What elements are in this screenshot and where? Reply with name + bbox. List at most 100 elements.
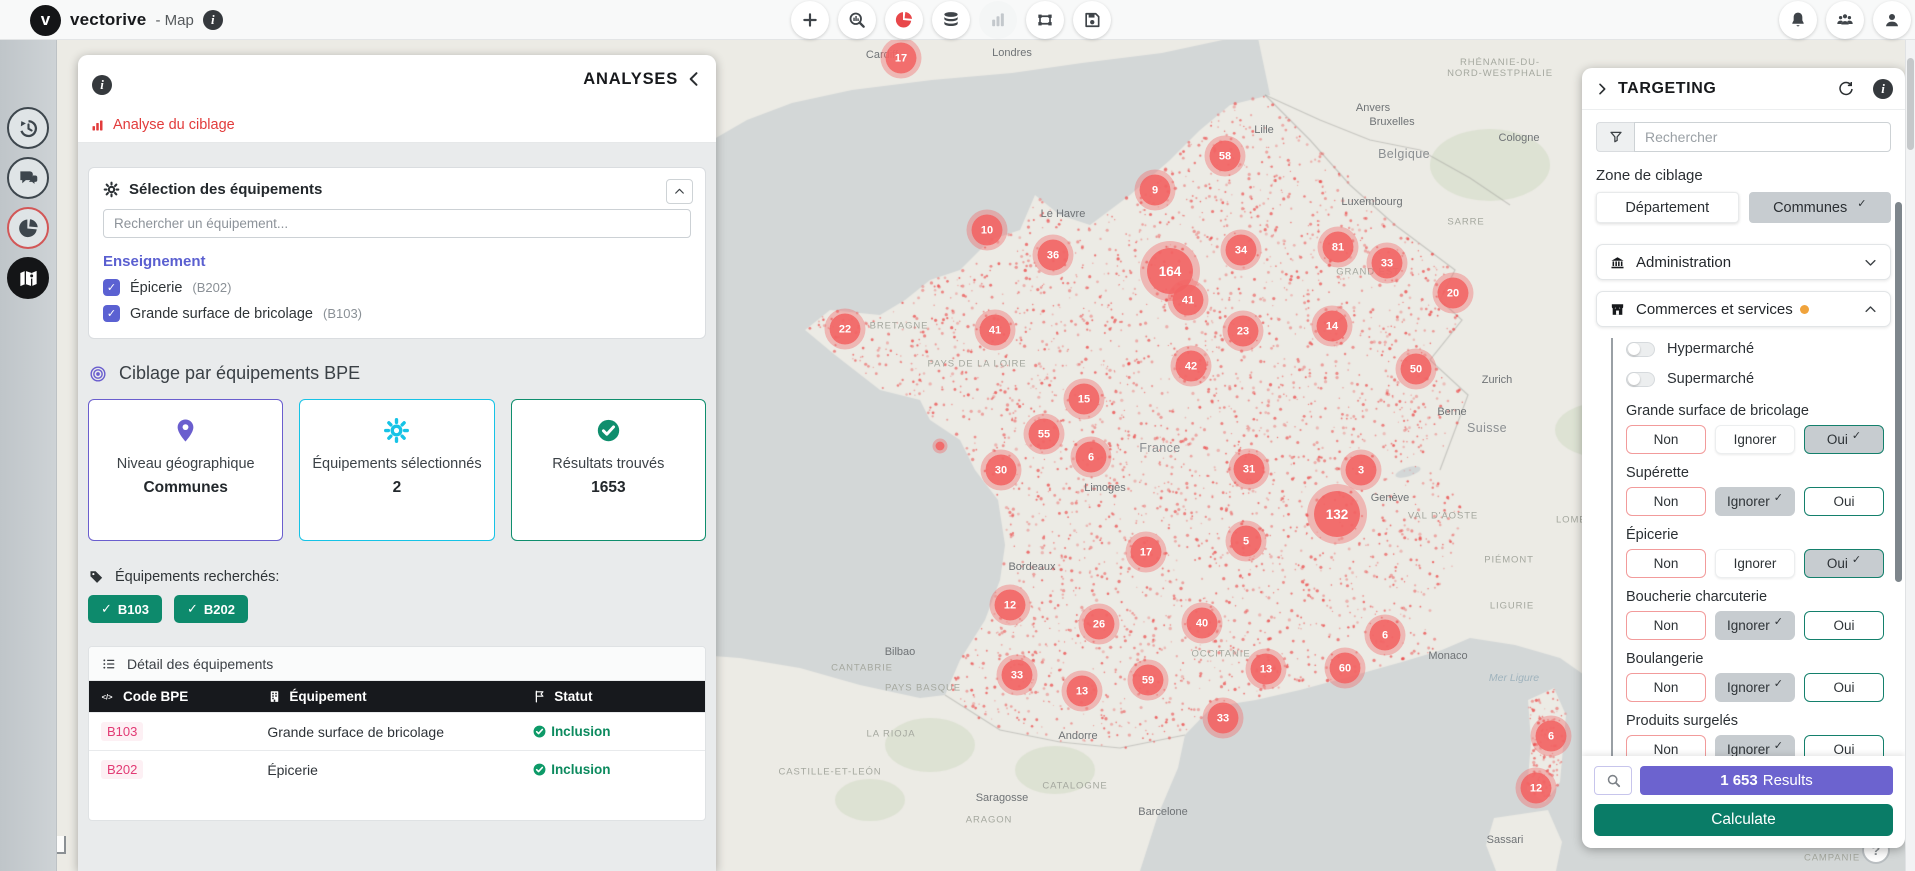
switch-off-icon[interactable]: [1626, 372, 1655, 387]
targeting-search-input[interactable]: [1634, 122, 1891, 152]
option-oui[interactable]: Oui✓: [1804, 425, 1884, 454]
cluster-marker[interactable]: 34: [1226, 235, 1257, 266]
cluster-marker[interactable]: 60: [1330, 653, 1361, 684]
cluster-marker[interactable]: 40: [1187, 608, 1218, 639]
add-button[interactable]: [791, 1, 829, 39]
switch-off-icon[interactable]: [1626, 342, 1655, 357]
accordion-bank[interactable]: Administration: [1596, 244, 1891, 280]
option-oui[interactable]: Oui: [1804, 611, 1884, 640]
cluster-marker[interactable]: 5: [1231, 526, 1262, 557]
equipment-badge[interactable]: ✓B202: [174, 595, 248, 623]
collapse-panel-icon[interactable]: [684, 69, 704, 89]
cluster-marker[interactable]: 30: [986, 455, 1017, 486]
option-non[interactable]: Non: [1626, 611, 1706, 640]
option-non[interactable]: Non: [1626, 487, 1706, 516]
targeting-panel: TARGETING i Zone de ciblage DépartementC…: [1582, 68, 1905, 848]
cluster-marker[interactable]: 31: [1234, 454, 1265, 485]
cluster-marker[interactable]: 14: [1317, 311, 1348, 342]
option-oui[interactable]: Oui: [1804, 487, 1884, 516]
zone-option-département[interactable]: Département: [1596, 192, 1739, 223]
cluster-marker[interactable]: 33: [1372, 248, 1403, 279]
cluster-marker[interactable]: [936, 442, 945, 451]
cluster-marker[interactable]: 9: [1140, 175, 1171, 206]
pie-chart-button[interactable]: [885, 1, 923, 39]
option-ignorer[interactable]: Ignorer✓: [1715, 611, 1795, 640]
cluster-marker[interactable]: 41: [980, 315, 1011, 346]
zoom-results-button[interactable]: [1594, 766, 1632, 795]
vectorive-logo[interactable]: v: [30, 5, 61, 36]
filter-button[interactable]: [1596, 122, 1634, 152]
calculate-button[interactable]: Calculate: [1594, 804, 1893, 836]
cluster-marker[interactable]: 50: [1401, 354, 1432, 385]
cluster-marker[interactable]: 6: [1076, 442, 1107, 473]
cluster-marker[interactable]: 23: [1228, 316, 1259, 347]
cluster-marker[interactable]: 42: [1176, 351, 1207, 382]
targeting-info-icon[interactable]: i: [1873, 79, 1893, 99]
cluster-marker[interactable]: 55: [1029, 419, 1060, 450]
cluster-marker[interactable]: 59: [1133, 665, 1164, 696]
accordion-store[interactable]: Commerces et services: [1596, 291, 1891, 327]
analyses-info-icon[interactable]: i: [92, 75, 112, 95]
cluster-marker[interactable]: 58: [1210, 141, 1241, 172]
draw-area-button[interactable]: [1026, 1, 1064, 39]
cluster-marker[interactable]: 36: [1038, 240, 1069, 271]
save-button[interactable]: [1073, 1, 1111, 39]
page-scrollbar[interactable]: [1905, 40, 1915, 871]
cluster-marker[interactable]: 41: [1173, 285, 1204, 316]
checkbox-checked-icon[interactable]: ✓: [103, 305, 120, 322]
cluster-marker[interactable]: 132: [1314, 491, 1360, 537]
option-oui[interactable]: Oui✓: [1804, 549, 1884, 578]
cluster-marker[interactable]: 15: [1069, 384, 1100, 415]
cluster-marker[interactable]: 33: [1208, 703, 1239, 734]
cluster-marker[interactable]: 26: [1084, 609, 1115, 640]
option-non[interactable]: Non: [1626, 673, 1706, 702]
equipment-badge[interactable]: ✓B103: [88, 595, 162, 623]
database-button[interactable]: [932, 1, 970, 39]
option-oui[interactable]: Oui: [1804, 673, 1884, 702]
map-icon: [17, 267, 40, 290]
checkbox-checked-icon[interactable]: ✓: [103, 279, 120, 296]
chevron-right-icon[interactable]: [1594, 81, 1610, 97]
equipment-option[interactable]: ✓Épicerie(B202): [103, 279, 691, 296]
brand-info-icon[interactable]: i: [203, 10, 223, 30]
equipment-option[interactable]: ✓Grande surface de bricolage(B103): [103, 305, 691, 322]
toggle-supermarché[interactable]: Supermarché: [1626, 366, 1891, 392]
cluster-marker[interactable]: 17: [886, 43, 917, 74]
rail-history-button[interactable]: [7, 107, 49, 149]
toggle-hypermarché[interactable]: Hypermarché: [1626, 336, 1891, 362]
cluster-marker[interactable]: 17: [1131, 537, 1162, 568]
bar-chart-button[interactable]: [979, 1, 1017, 39]
cluster-marker[interactable]: 20: [1438, 278, 1469, 309]
account-button[interactable]: [1873, 1, 1911, 39]
cluster-marker[interactable]: 6: [1370, 620, 1401, 651]
rail-pie-chart-button[interactable]: [7, 207, 49, 249]
cluster-marker[interactable]: 81: [1323, 232, 1354, 263]
cluster-marker[interactable]: 13: [1067, 676, 1098, 707]
cluster-marker[interactable]: 6: [1536, 721, 1567, 752]
search-stats-button[interactable]: [838, 1, 876, 39]
tab-analyse-du-ciblage[interactable]: Analyse du ciblage: [90, 117, 235, 133]
team-button[interactable]: [1826, 1, 1864, 39]
cluster-marker[interactable]: 33: [1002, 660, 1033, 691]
cluster-marker[interactable]: 10: [972, 215, 1003, 246]
equipment-search-input[interactable]: [103, 209, 691, 238]
cluster-marker[interactable]: 3: [1346, 455, 1377, 486]
option-ignorer[interactable]: Ignorer: [1715, 549, 1795, 578]
cluster-marker[interactable]: 13: [1251, 654, 1282, 685]
option-ignorer[interactable]: Ignorer✓: [1715, 487, 1795, 516]
option-non[interactable]: Non: [1626, 425, 1706, 454]
topbar-right-tools: [1779, 1, 1911, 39]
zone-option-communes[interactable]: Communes✓: [1749, 192, 1892, 223]
cluster-marker[interactable]: 22: [830, 314, 861, 345]
option-ignorer[interactable]: Ignorer: [1715, 425, 1795, 454]
notifications-button[interactable]: [1779, 1, 1817, 39]
rail-comments-button[interactable]: [7, 157, 49, 199]
targeting-scrollbar[interactable]: [1895, 202, 1902, 582]
cluster-marker[interactable]: 12: [995, 590, 1026, 621]
option-non[interactable]: Non: [1626, 549, 1706, 578]
cluster-marker[interactable]: 12: [1521, 773, 1552, 804]
refresh-icon[interactable]: [1837, 80, 1855, 98]
rail-map-button[interactable]: [7, 257, 49, 299]
collapse-card-button[interactable]: [666, 179, 693, 204]
option-ignorer[interactable]: Ignorer✓: [1715, 673, 1795, 702]
